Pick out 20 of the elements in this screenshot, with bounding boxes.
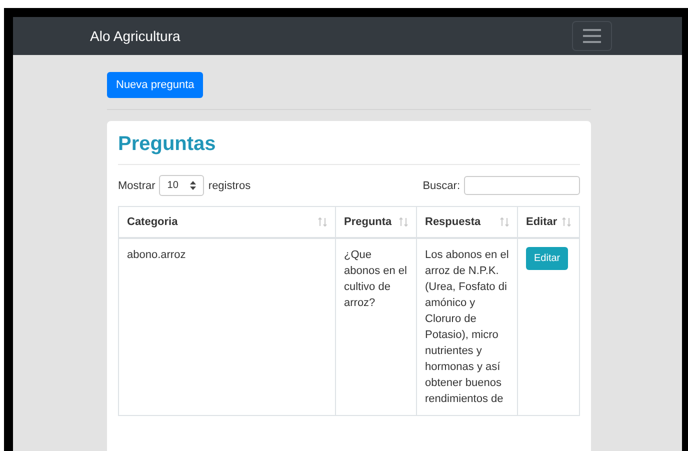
sort-icon — [399, 217, 408, 227]
search-label: Buscar: — [422, 180, 460, 192]
new-question-button[interactable]: Nueva pregunta — [107, 72, 204, 98]
table-cell: Los abonos en el arroz de N.P.K. (Urea, Fosfato di amónico y Cloruro de Potasio), micro nutrientes y hormonas y así obtener buenos rendimientos de — [425, 249, 509, 405]
sort-icon — [318, 217, 327, 227]
search-field[interactable] — [464, 176, 580, 195]
column-header[interactable]: Editar — [526, 216, 558, 228]
column-header[interactable]: Categoria — [127, 216, 178, 228]
table-cell: abono.arroz — [127, 249, 186, 261]
entries-select[interactable]: 10 — [159, 175, 204, 196]
sort-arrows-icon — [190, 181, 196, 190]
table-cell: ¿Que abonos en el cultivo de arroz? — [344, 249, 407, 309]
menu-button[interactable] — [572, 21, 612, 51]
show-label: Mostrar — [118, 180, 156, 192]
menu-icon — [582, 28, 602, 44]
records-label: registros — [208, 180, 251, 192]
card-title: Preguntas — [118, 133, 217, 156]
sort-icon — [562, 217, 571, 227]
sort-icon — [500, 217, 509, 227]
brand-link[interactable]: Alo Agricultura — [90, 28, 180, 44]
